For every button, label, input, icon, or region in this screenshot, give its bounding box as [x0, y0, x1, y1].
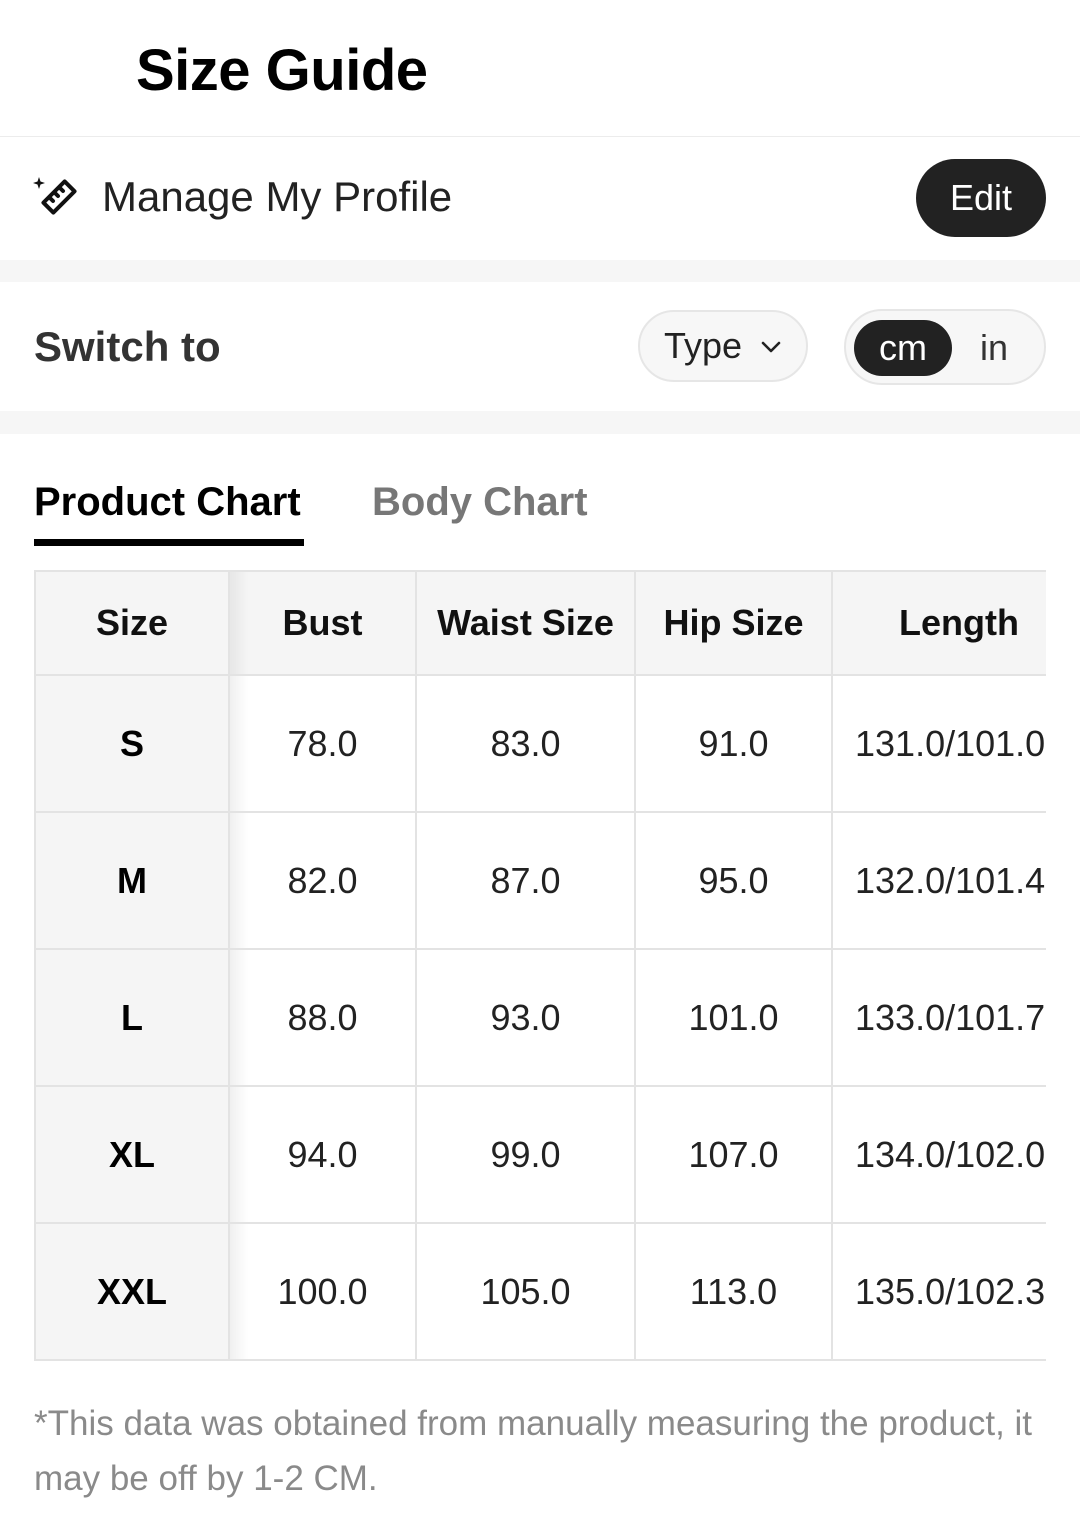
switch-row: Switch to Type cm in [0, 282, 1080, 411]
length-cell: 132.0/101.4 [831, 811, 1046, 950]
bust-cell: 100.0 [228, 1222, 417, 1361]
tab-body-chart[interactable]: Body Chart [372, 478, 588, 526]
manage-profile-label: Manage My Profile [102, 173, 453, 220]
unit-toggle: cm in [844, 309, 1046, 385]
chart-tabs: Product Chart Body Chart [0, 434, 1080, 554]
hip-cell: 113.0 [634, 1222, 833, 1361]
size-cell: XL [34, 1085, 230, 1224]
waist-cell: 105.0 [415, 1222, 636, 1361]
size-cell: XXL [34, 1222, 230, 1361]
section-divider [0, 411, 1080, 434]
column-header-size: Size [34, 570, 230, 676]
table-row: L 88.0 93.0 101.0 133.0/101.7 [34, 948, 1046, 1087]
bust-cell: 88.0 [228, 948, 417, 1087]
hip-cell: 101.0 [634, 948, 833, 1087]
bust-cell: 78.0 [228, 674, 417, 813]
chevron-down-icon [761, 341, 781, 353]
tab-product-chart[interactable]: Product Chart [34, 478, 301, 526]
waist-cell: 83.0 [415, 674, 636, 813]
hip-cell: 107.0 [634, 1085, 833, 1224]
table-row: XXL 100.0 105.0 113.0 135.0/102.3 [34, 1222, 1046, 1361]
switch-label: Switch to [34, 323, 221, 370]
unit-option-cm[interactable]: cm [854, 320, 952, 376]
bust-cell: 94.0 [228, 1085, 417, 1224]
length-cell: 135.0/102.3 [831, 1222, 1046, 1361]
manage-profile-row[interactable]: Manage My Profile Edit [0, 137, 1080, 260]
table-row: XL 94.0 99.0 107.0 134.0/102.0 [34, 1085, 1046, 1224]
size-cell: S [34, 674, 230, 813]
length-cell: 134.0/102.0 [831, 1085, 1046, 1224]
ruler-sparkle-icon [33, 177, 77, 215]
column-header-hip: Hip Size [634, 570, 833, 676]
type-dropdown-label: Type [664, 325, 743, 366]
waist-cell: 99.0 [415, 1085, 636, 1224]
hip-cell: 91.0 [634, 674, 833, 813]
length-cell: 133.0/101.7 [831, 948, 1046, 1087]
waist-cell: 93.0 [415, 948, 636, 1087]
bust-cell: 82.0 [228, 811, 417, 950]
table-row: M 82.0 87.0 95.0 132.0/101.4 [34, 811, 1046, 950]
waist-cell: 87.0 [415, 811, 636, 950]
unit-option-in[interactable]: in [958, 320, 1030, 376]
section-divider [0, 260, 1080, 282]
active-tab-indicator [34, 539, 304, 546]
type-dropdown[interactable]: Type [638, 310, 808, 382]
page-header: Size Guide [0, 0, 1080, 137]
measurement-footnote: *This data was obtained from manually me… [34, 1404, 1033, 1498]
size-table-container[interactable]: Size Bust Waist Size Hip Size Length S 7… [34, 570, 1046, 1362]
size-cell: L [34, 948, 230, 1087]
edit-profile-button[interactable]: Edit [916, 159, 1046, 237]
hip-cell: 95.0 [634, 811, 833, 950]
size-cell: M [34, 811, 230, 950]
page-title: Size Guide [136, 38, 428, 103]
length-cell: 131.0/101.0 [831, 674, 1046, 813]
column-header-waist: Waist Size [415, 570, 636, 676]
table-row: S 78.0 83.0 91.0 131.0/101.0 [34, 674, 1046, 813]
size-table: Size Bust Waist Size Hip Size Length S 7… [34, 570, 1046, 1361]
column-header-length: Length [831, 570, 1046, 676]
column-header-bust: Bust [228, 570, 417, 676]
table-header-row: Size Bust Waist Size Hip Size Length [34, 570, 1046, 676]
